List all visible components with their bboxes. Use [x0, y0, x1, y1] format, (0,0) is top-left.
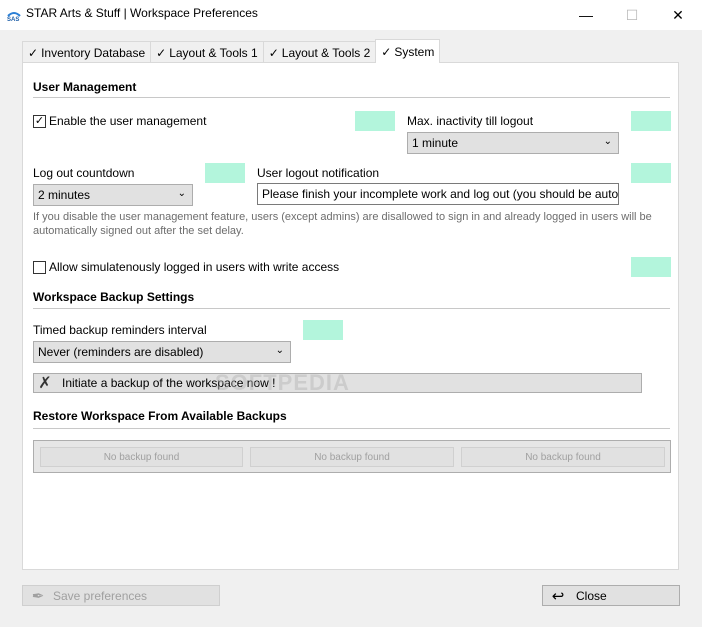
- backup-interval-value: Never (reminders are disabled): [38, 345, 204, 359]
- restore-slot-button[interactable]: No backup found: [461, 447, 665, 467]
- color-swatch[interactable]: [205, 163, 245, 183]
- allow-simultaneous-label: Allow simulatenously logged in users wit…: [49, 260, 340, 274]
- enable-user-management-label: Enable the user management: [49, 114, 207, 128]
- enable-user-management-checkbox[interactable]: ✓: [33, 114, 46, 128]
- check-icon: ✓: [156, 45, 167, 60]
- user-management-title: User Management: [33, 80, 137, 94]
- color-swatch[interactable]: [631, 257, 671, 277]
- save-preferences-button[interactable]: ✒ Save preferences: [22, 585, 220, 606]
- save-preferences-label: Save preferences: [53, 588, 148, 603]
- logout-notification-label: User logout notification: [257, 166, 380, 180]
- tab-label: Inventory Database: [41, 45, 146, 60]
- pencil-cross-icon: ✗: [38, 375, 52, 392]
- minimize-button[interactable]: —: [563, 0, 609, 30]
- section-divider: [33, 428, 670, 429]
- enable-user-management-row[interactable]: ✓ Enable the user management: [33, 114, 206, 128]
- max-inactivity-label: Max. inactivity till logout: [407, 114, 534, 128]
- tab-layout-tools-1[interactable]: ✓ Layout & Tools 1: [150, 41, 264, 63]
- backup-interval-label: Timed backup reminders interval: [33, 323, 207, 337]
- restore-slot-button[interactable]: No backup found: [250, 447, 454, 467]
- tab-layout-tools-2[interactable]: ✓ Layout & Tools 2: [262, 41, 377, 63]
- logout-notification-input[interactable]: Please finish your incomplete work and l…: [257, 183, 619, 205]
- allow-simultaneous-checkbox[interactable]: [33, 260, 46, 274]
- tab-inventory-database[interactable]: ✓ Inventory Database: [22, 41, 152, 63]
- tab-label: Layout & Tools 1: [169, 45, 258, 60]
- softpedia-watermark: SOFTPEDIA: [215, 370, 350, 395]
- maximize-button[interactable]: ☐: [609, 0, 655, 30]
- check-icon: ✓: [268, 45, 279, 60]
- app-logo-icon: SAS: [7, 12, 21, 22]
- window-title: STAR Arts & Stuff | Workspace Preference…: [26, 6, 258, 20]
- color-swatch[interactable]: [355, 111, 395, 131]
- section-divider: [33, 308, 670, 309]
- svg-text:SAS: SAS: [7, 17, 19, 22]
- check-icon: ✓: [381, 44, 392, 59]
- allow-simultaneous-row[interactable]: Allow simulatenously logged in users wit…: [33, 260, 339, 274]
- restore-backups-list: No backup found No backup found No backu…: [33, 440, 671, 473]
- logout-countdown-select[interactable]: 2 minutes ⌄: [33, 184, 193, 206]
- logout-countdown-label: Log out countdown: [33, 166, 135, 180]
- restore-slot-button[interactable]: No backup found: [40, 447, 243, 467]
- section-divider: [33, 97, 670, 98]
- chevron-down-icon: ⌄: [603, 136, 612, 147]
- tab-system[interactable]: ✓ System: [375, 39, 441, 63]
- close-button[interactable]: ↩ Close: [542, 585, 680, 606]
- backup-settings-title: Workspace Backup Settings: [33, 290, 195, 304]
- chevron-down-icon: ⌄: [177, 188, 186, 199]
- check-icon: ✓: [28, 45, 39, 60]
- system-panel: User Management ✓ Enable the user manage…: [22, 62, 679, 570]
- color-swatch[interactable]: [631, 111, 671, 131]
- return-arrow-icon: ↩: [551, 587, 565, 605]
- tab-label: Layout & Tools 2: [281, 45, 371, 60]
- color-swatch[interactable]: [631, 163, 671, 183]
- pen-icon: ✒: [31, 587, 45, 605]
- max-inactivity-select[interactable]: 1 minute ⌄: [407, 132, 619, 154]
- color-swatch[interactable]: [303, 320, 343, 340]
- max-inactivity-value: 1 minute: [412, 136, 459, 150]
- backup-interval-select[interactable]: Never (reminders are disabled) ⌄: [33, 341, 291, 363]
- restore-title: Restore Workspace From Available Backups: [33, 409, 287, 423]
- user-management-note: If you disable the user management featu…: [33, 211, 652, 237]
- tab-label: System: [394, 44, 435, 59]
- chevron-down-icon: ⌄: [275, 345, 284, 356]
- close-label: Close: [576, 588, 607, 603]
- logout-countdown-value: 2 minutes: [38, 188, 91, 202]
- tab-strip: ✓ Inventory Database ✓ Layout & Tools 1 …: [22, 39, 441, 63]
- title-bar: SAS STAR Arts & Stuff | Workspace Prefer…: [0, 0, 702, 30]
- close-window-button[interactable]: ✕: [655, 0, 701, 30]
